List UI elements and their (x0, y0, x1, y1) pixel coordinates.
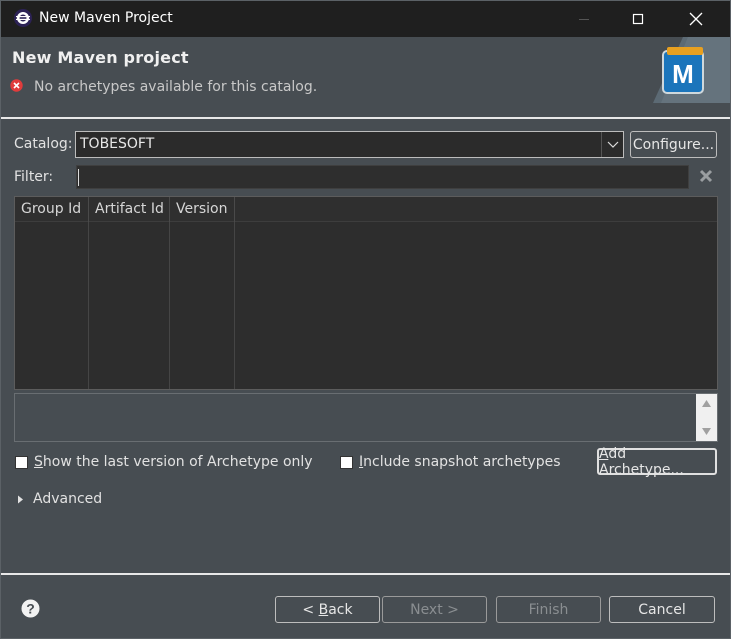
back-button-label: < Back (302, 601, 353, 618)
svg-text:?: ? (26, 601, 35, 617)
error-message: No archetypes available for this catalog… (34, 79, 318, 95)
app-icon (14, 9, 32, 27)
catalog-label: Catalog: (14, 136, 73, 152)
include-snapshot-label: Include snapshot archetypes (359, 454, 561, 470)
dialog-window: New Maven Project New Maven project No a… (0, 0, 731, 639)
error-icon (10, 79, 23, 92)
configure-button-label: Configure... (632, 136, 715, 153)
add-archetype-button[interactable]: Add Archetype... (597, 445, 717, 478)
help-icon[interactable]: ? (21, 599, 40, 618)
archetype-description (14, 393, 718, 442)
maximize-button[interactable] (615, 1, 661, 37)
filter-input[interactable] (76, 165, 689, 189)
minimize-button[interactable] (561, 1, 607, 37)
maven-logo-letter: M (672, 59, 694, 89)
include-snapshot-checkbox[interactable]: Include snapshot archetypes (340, 454, 561, 470)
cancel-button[interactable]: Cancel (609, 596, 715, 623)
show-last-version-label: Show the last version of Archetype only (34, 454, 313, 470)
checkbox-box[interactable] (340, 455, 353, 469)
wizard-heading: New Maven project (12, 48, 189, 67)
checkbox-box[interactable] (15, 455, 28, 469)
filter-label: Filter: (14, 169, 54, 185)
clear-icon[interactable] (698, 168, 714, 184)
add-archetype-button-label: Add Archetype... (599, 445, 684, 478)
catalog-value: TOBESOFT (80, 136, 155, 152)
finish-button[interactable]: Finish (496, 596, 601, 623)
column-header-version[interactable]: Version (170, 197, 235, 222)
archetype-table[interactable]: Group Id Artifact Id Version (14, 196, 718, 390)
minimize-icon (579, 19, 589, 20)
maven-logo: M (653, 37, 730, 103)
column-header-group-id[interactable]: Group Id (15, 197, 89, 222)
wizard-banner: New Maven project No archetypes availabl… (1, 37, 730, 117)
chevron-right-icon (18, 495, 23, 503)
close-icon (689, 12, 703, 26)
close-window-button[interactable] (673, 1, 719, 37)
next-button[interactable]: Next > (382, 596, 487, 623)
cancel-button-label: Cancel (638, 601, 686, 618)
show-last-version-checkbox[interactable]: Show the last version of Archetype only (15, 454, 313, 470)
advanced-label: Advanced (33, 491, 103, 507)
next-button-label: Next > (410, 601, 459, 618)
column-header-artifact-id[interactable]: Artifact Id (89, 197, 170, 222)
column-divider (169, 222, 170, 389)
chevron-down-icon (607, 141, 618, 148)
table-header: Group Id Artifact Id Version (15, 197, 717, 222)
advanced-section-toggle[interactable]: Advanced (17, 491, 102, 507)
banner-separator (1, 117, 730, 119)
text-caret (78, 169, 79, 186)
footer-separator (1, 573, 730, 575)
scroll-up-icon[interactable] (701, 399, 712, 408)
catalog-select[interactable]: TOBESOFT (75, 131, 624, 158)
column-divider (88, 222, 89, 389)
finish-button-label: Finish (528, 601, 569, 618)
scroll-down-icon[interactable] (701, 427, 712, 436)
back-button[interactable]: < Back (275, 596, 380, 623)
description-scrollbar[interactable] (696, 394, 717, 441)
column-divider (234, 222, 235, 389)
maximize-icon (632, 13, 644, 25)
window-title: New Maven Project (39, 10, 173, 26)
title-bar: New Maven Project (1, 1, 730, 37)
configure-button[interactable]: Configure... (630, 131, 717, 158)
catalog-dropdown-arrow[interactable] (601, 132, 623, 157)
